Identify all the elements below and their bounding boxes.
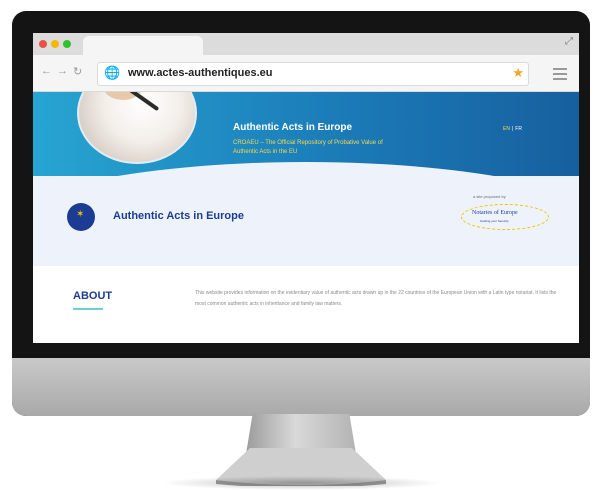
- partner-logo[interactable]: Notaries of Europe Guiding your Security: [461, 204, 549, 230]
- browser-toolbar: ← → ↻ 🌐 www.actes-authentiques.eu ★: [33, 55, 579, 92]
- address-bar[interactable]: 🌐 www.actes-authentiques.eu ★: [97, 62, 529, 86]
- hero-photo: [77, 92, 197, 164]
- expand-icon[interactable]: ⤢: [565, 36, 573, 47]
- monitor-chin: [12, 358, 590, 416]
- lang-fr-link[interactable]: FR: [515, 126, 522, 132]
- forward-arrow-icon[interactable]: →: [57, 65, 68, 77]
- hero-subtitle: CROAEU – The Official Repository of Prob…: [233, 140, 383, 155]
- minimize-window-button[interactable]: [51, 40, 59, 48]
- browser-window: ⤢ ← → ↻ 🌐 www.actes-authentiques.eu ★ Au…: [33, 33, 579, 343]
- site-name[interactable]: Authentic Acts in Europe: [113, 210, 244, 222]
- close-window-button[interactable]: [39, 40, 47, 48]
- about-heading: ABOUT: [73, 290, 113, 302]
- hamburger-menu-icon[interactable]: [553, 68, 567, 83]
- about-underline: [73, 308, 103, 310]
- reload-icon[interactable]: ↻: [73, 65, 82, 78]
- web-page: Authentic Acts in Europe CROAEU – The Of…: [33, 92, 579, 343]
- hero-title: Authentic Acts in Europe: [233, 122, 353, 133]
- about-text: This website provides information on the…: [195, 290, 557, 307]
- back-arrow-icon[interactable]: ←: [41, 65, 52, 77]
- partner-logo-text: Notaries of Europe: [472, 210, 518, 216]
- stand-shadow: [160, 476, 442, 490]
- lang-en-link[interactable]: EN: [503, 126, 510, 132]
- star-icon[interactable]: ★: [512, 65, 524, 81]
- url-text[interactable]: www.actes-authentiques.eu: [128, 67, 272, 79]
- language-switcher: EN | FR: [503, 126, 522, 132]
- eu-flag-icon[interactable]: ✶: [67, 203, 95, 231]
- tab-bar: ⤢: [33, 33, 579, 55]
- browser-tab[interactable]: [83, 36, 203, 55]
- partner-logo-tagline: Guiding your Security: [480, 219, 509, 223]
- maximize-window-button[interactable]: [63, 40, 71, 48]
- publisher-label: a site proposed by: [473, 194, 506, 199]
- site-header: ✶ Authentic Acts in Europe a site propos…: [33, 176, 579, 266]
- globe-icon: 🌐: [104, 65, 121, 80]
